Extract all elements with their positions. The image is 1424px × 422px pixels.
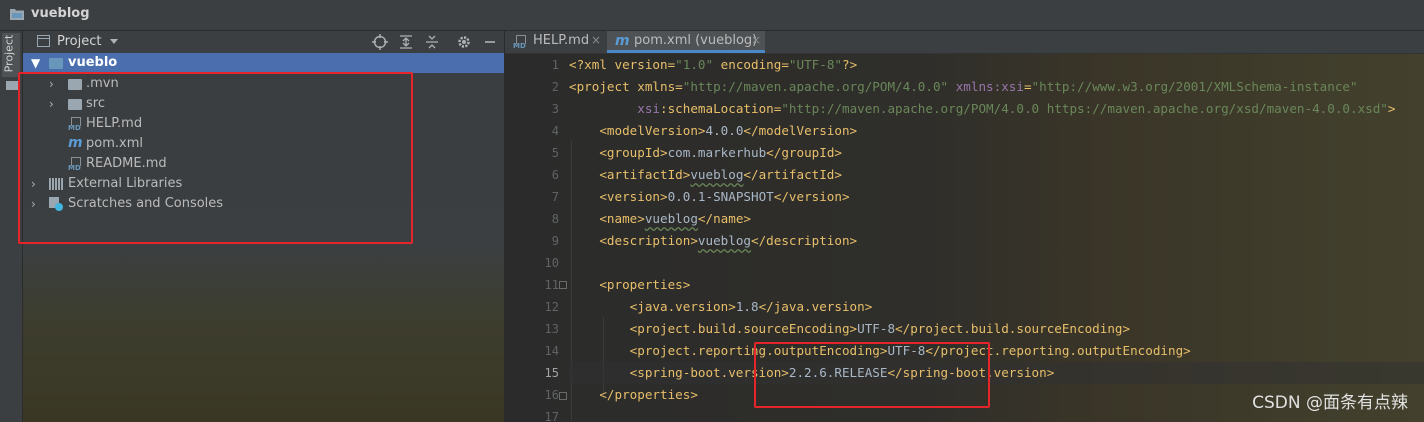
- project-panel-header: Project: [23, 31, 504, 53]
- watermark: CSDN @面条有点辣: [1252, 393, 1408, 413]
- maven-file-icon: m: [615, 33, 630, 49]
- tree-item-root[interactable]: ▼ vueblo: [23, 53, 504, 73]
- line-number: 3: [551, 102, 559, 116]
- markdown-file-icon: MD: [513, 35, 527, 50]
- line-number: 1: [551, 58, 559, 72]
- line-number: 9: [551, 234, 559, 248]
- fold-icon[interactable]: [559, 392, 567, 400]
- gear-icon[interactable]: [455, 33, 473, 51]
- folder-icon: [6, 81, 18, 90]
- line-number: 2: [551, 80, 559, 94]
- line-number: 16: [544, 388, 559, 402]
- code-line[interactable]: [569, 252, 1424, 274]
- line-number: 11: [544, 278, 559, 292]
- line-number: 8: [551, 212, 559, 226]
- line-number: 14: [544, 344, 559, 358]
- code-line[interactable]: <groupId>com.markerhub</groupId>: [569, 142, 1424, 164]
- line-number: 5: [551, 146, 559, 160]
- code-line[interactable]: <project xmlns="http://maven.apache.org/…: [569, 76, 1424, 98]
- project-tab-label: Project: [2, 34, 16, 73]
- locate-file-icon[interactable]: [371, 33, 389, 51]
- line-number-gutter: 1 2 3 4 5 6 7 8 9 10 11 12 13 14 15 16 17: [505, 54, 563, 422]
- line-number: 6: [551, 168, 559, 182]
- code-line[interactable]: <project.reporting.outputEncoding>UTF-8<…: [569, 340, 1424, 362]
- tree-item-label: vueblo: [68, 55, 118, 70]
- code-line[interactable]: <?xml version="1.0" encoding="UTF-8"?>: [569, 54, 1424, 76]
- code-line[interactable]: <artifactId>vueblog</artifactId>: [569, 164, 1424, 186]
- code-line[interactable]: <version>0.0.1-SNAPSHOT</version>: [569, 186, 1424, 208]
- window-title-bar: vueblog: [0, 0, 1424, 31]
- line-number: 10: [544, 256, 559, 270]
- tab-label: pom.xml (vueblog): [634, 33, 758, 48]
- code-line[interactable]: xsi:schemaLocation="http://maven.apache.…: [569, 98, 1424, 120]
- hide-panel-icon[interactable]: [481, 33, 499, 51]
- tab-pom-xml[interactable]: m pom.xml (vueblog) ×: [607, 31, 765, 53]
- code-line[interactable]: <modelVersion>4.0.0</modelVersion>: [569, 120, 1424, 142]
- fold-icon[interactable]: [559, 281, 567, 289]
- code-line[interactable]: <description>vueblog</description>: [569, 230, 1424, 252]
- folder-icon: [10, 9, 24, 20]
- line-number: 12: [544, 300, 559, 314]
- collapse-all-icon[interactable]: [423, 33, 441, 51]
- code-line[interactable]: <project.build.sourceEncoding>UTF-8</pro…: [569, 318, 1424, 340]
- tab-label: HELP.md: [533, 33, 590, 48]
- project-view-selector[interactable]: Project: [57, 34, 101, 49]
- chevron-down-icon[interactable]: [110, 39, 118, 44]
- close-icon[interactable]: ×: [751, 33, 761, 47]
- project-tool-window-tab[interactable]: Project: [2, 33, 20, 77]
- line-number: 4: [551, 124, 559, 138]
- chevron-down-icon[interactable]: ▼: [31, 53, 40, 73]
- line-number: 7: [551, 190, 559, 204]
- module-folder-icon: [49, 58, 63, 69]
- code-line[interactable]: <properties>: [569, 274, 1424, 296]
- tab-help-md[interactable]: MD HELP.md ×: [505, 31, 605, 53]
- code-line[interactable]: <name>vueblog</name>: [569, 208, 1424, 230]
- project-panel: Project ▼ vueblo › .mvn › src MD HELP.md…: [18, 31, 504, 422]
- line-number: 15: [544, 366, 559, 380]
- highlight-box: [18, 72, 413, 244]
- window-title: vueblog: [31, 6, 90, 21]
- editor-area: MD HELP.md × m pom.xml (vueblog) × 12345…: [505, 31, 1424, 422]
- editor-tab-bar: MD HELP.md × m pom.xml (vueblog) ×: [505, 31, 1424, 54]
- project-view-icon: [37, 35, 50, 47]
- line-number: 17: [544, 410, 559, 422]
- highlight-box: [754, 342, 990, 408]
- close-icon[interactable]: ×: [591, 33, 601, 47]
- code-line[interactable]: <spring-boot.version>2.2.6.RELEASE</spri…: [569, 362, 1424, 384]
- expand-all-icon[interactable]: [397, 33, 415, 51]
- line-number: 13: [544, 322, 559, 336]
- code-line[interactable]: <java.version>1.8</java.version>: [569, 296, 1424, 318]
